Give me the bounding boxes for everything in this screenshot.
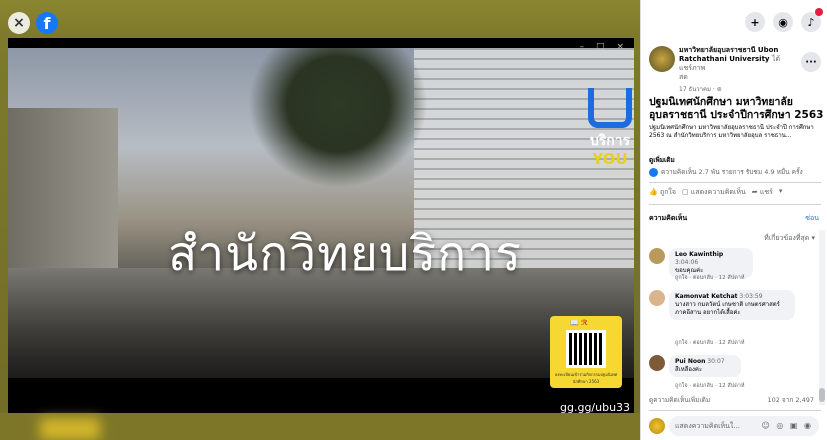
- comment-time[interactable]: 3:03:59: [739, 293, 762, 300]
- post-date[interactable]: 17 ธันวาคม · ⊚: [679, 84, 722, 94]
- comment-author[interactable]: Kamonvat Ketchat: [675, 293, 738, 300]
- comment-avatar[interactable]: [649, 355, 665, 371]
- share-button[interactable]: ➦ แชร์: [752, 187, 773, 198]
- messenger-icon[interactable]: ◉: [773, 12, 793, 32]
- see-more-link[interactable]: ดูเพิ่มเติม: [649, 155, 675, 165]
- divider: [649, 204, 821, 205]
- video-caption: สำนักวิทยบริการ: [168, 226, 522, 282]
- post-title: ปฐมนิเทศนักศึกษา มหาวิทยาลัย อุบลราชธานี…: [649, 96, 824, 121]
- palm-tree: [248, 48, 428, 188]
- qr-code: [566, 330, 606, 368]
- comment-composer: แสดงความคิดเห็นใ... ☺ ◎ ▣ ◉: [649, 416, 821, 436]
- comment-meta[interactable]: ถูกใจ · ตอบกลับ · 12 สัปดาห์: [675, 339, 745, 347]
- comment-sort-dropdown[interactable]: ที่เกี่ยวข้องที่สุด ▾: [764, 233, 815, 244]
- divider: [649, 182, 821, 183]
- viewer-top-controls: × f: [8, 12, 58, 34]
- qr-caption: ลงทะเบียนเข้าร่วมกิจกรรมปฐมนิเทศนักศึกษา…: [554, 372, 618, 384]
- hide-comments-link[interactable]: ซ่อน: [805, 213, 819, 224]
- comment-avatar[interactable]: [649, 248, 665, 264]
- author-action-2: สด: [679, 73, 688, 81]
- comment-input-placeholder: แสดงความคิดเห็นใ...: [675, 422, 741, 430]
- short-url: gg.gg/ubu33: [560, 401, 631, 413]
- maximize-icon[interactable]: □: [596, 42, 605, 52]
- stats-text[interactable]: ความคิดเห็น 2.7 พัน รายการ รับชม 4.9 หมื…: [661, 167, 803, 177]
- scrollbar-thumb[interactable]: [819, 388, 825, 402]
- emoji-icons[interactable]: ☺ ◎ ▣ ◉: [762, 421, 814, 430]
- qr-tag: 📖 ℛ: [570, 319, 588, 327]
- bell-glyph: ♪: [807, 15, 815, 29]
- video-viewer: × f – □ × สำนักวิทยบริการ บริการ YOU 📖 ℛ…: [0, 0, 640, 440]
- comments-scrollbar[interactable]: [819, 230, 825, 405]
- comment-time[interactable]: 3:04:06: [675, 259, 698, 266]
- more-comments: ดูความคิดเห็นเพิ่มเติม 102 จาก 2,497: [649, 395, 814, 405]
- comment-time[interactable]: 30:07: [707, 358, 724, 365]
- comment-meta[interactable]: ถูกใจ · ตอบกลับ · 12 สัปดาห์: [675, 274, 745, 282]
- comment-bubble: Pui Noon 30:07 สีเหลืองค่ะ: [669, 355, 741, 377]
- post-author[interactable]: มหาวิทยาลัยอุบลราชธานี Ubon Ratchathani …: [679, 46, 789, 82]
- post-stats: ความคิดเห็น 2.7 พัน รายการ รับชม 4.9 หมื…: [649, 167, 825, 177]
- post-sidebar: + ◉ ♪ มหาวิทยาลัยอุบลราชธานี Ubon Ratcha…: [640, 0, 827, 440]
- brand-text-2: YOU: [592, 150, 628, 168]
- brand-logo: บริการ YOU: [588, 88, 632, 170]
- comment-input[interactable]: แสดงความคิดเห็นใ... ☺ ◎ ▣ ◉: [669, 416, 819, 436]
- bottom-strip: [0, 413, 640, 440]
- comment-bubble: Kamonvat Ketchat 3:03:59 นางสาว กมลวัตน์…: [669, 290, 795, 320]
- notification-bell-icon[interactable]: ♪: [801, 8, 823, 32]
- author-name[interactable]: มหาวิทยาลัยอุบลราชธานี Ubon Ratchathani …: [679, 46, 778, 63]
- more-options-button[interactable]: ···: [801, 52, 821, 72]
- comment-button[interactable]: ▢ แสดงความคิดเห็น: [682, 187, 746, 198]
- window-close-icon[interactable]: ×: [616, 42, 624, 52]
- minimize-icon[interactable]: –: [579, 42, 584, 52]
- divider: [649, 410, 821, 411]
- share-label: แชร์: [759, 188, 773, 196]
- facebook-logo-icon[interactable]: f: [36, 12, 58, 34]
- building-left: [8, 108, 118, 288]
- reaction-icon: [649, 167, 658, 177]
- comment-author[interactable]: Pui Noon: [675, 358, 705, 365]
- comment-count: 102 จาก 2,497: [767, 396, 814, 404]
- like-button[interactable]: 👍 ถูกใจ: [649, 187, 676, 198]
- notification-dot: [815, 8, 823, 16]
- comment-text: สีเหลืองค่ะ: [675, 366, 703, 373]
- reaction-picker-icon[interactable]: ▾: [779, 187, 783, 198]
- plus-icon[interactable]: +: [745, 12, 765, 32]
- brand-u-shape: [588, 88, 632, 128]
- qr-card: 📖 ℛ ลงทะเบียนเข้าร่วมกิจกรรมปฐมนิเทศนักศ…: [550, 316, 622, 388]
- comment-meta[interactable]: ถูกใจ · ตอบกลับ · 12 สัปดาห์: [675, 382, 745, 390]
- brand-text-1: บริการ: [589, 133, 631, 149]
- post-actions: 👍 ถูกใจ ▢ แสดงความคิดเห็น ➦ แชร์ ▾: [649, 187, 825, 198]
- top-icons: + ◉ ♪: [745, 8, 823, 32]
- video-frame: [8, 48, 634, 378]
- post-body: ปฐมนิเทศนักศึกษา มหาวิทยาลัยอุบลราชธานี …: [649, 124, 814, 139]
- comment-avatar[interactable]: [649, 290, 665, 306]
- close-icon[interactable]: ×: [8, 12, 30, 34]
- comment-author[interactable]: Leo Kawinthip: [675, 251, 723, 258]
- light-glow: [40, 418, 100, 440]
- like-label: ถูกใจ: [659, 188, 676, 196]
- comment-text: นางสาว กมลวัตน์ เกษชาติ เกษตรศาสตร์ ภาคอ…: [675, 301, 780, 316]
- comments-header: ความคิดเห็น: [649, 214, 688, 222]
- window-controls: – □ ×: [579, 42, 624, 52]
- comment-label: แสดงความคิดเห็น: [690, 188, 746, 196]
- user-avatar: [649, 418, 665, 434]
- page-avatar[interactable]: [649, 46, 675, 72]
- view-more-comments-link[interactable]: ดูความคิดเห็นเพิ่มเติม: [649, 396, 710, 404]
- video-player[interactable]: – □ × สำนักวิทยบริการ บริการ YOU 📖 ℛ ลงท…: [8, 38, 634, 413]
